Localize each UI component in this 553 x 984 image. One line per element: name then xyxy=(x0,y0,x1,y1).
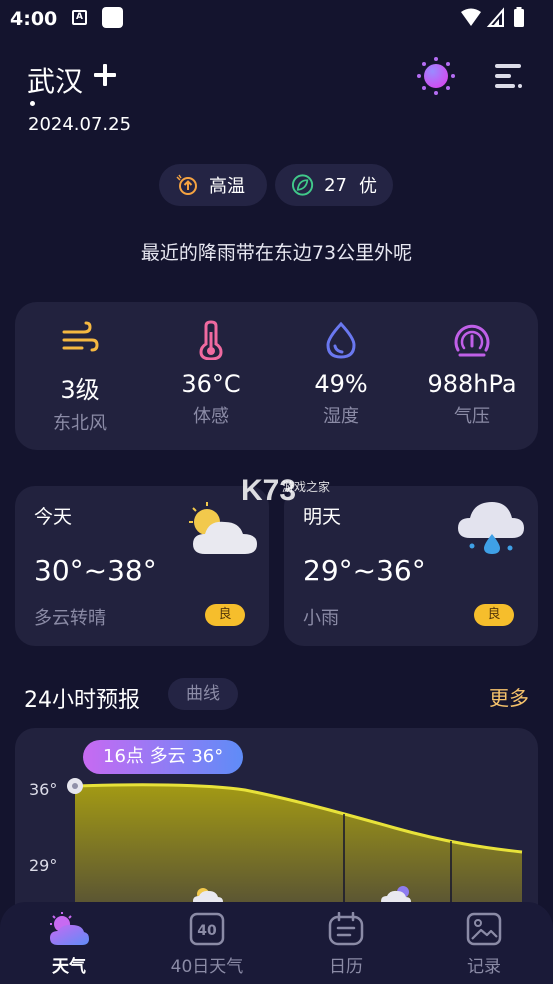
aqi-label: 优 xyxy=(359,176,377,197)
humidity-drop-icon xyxy=(326,321,356,359)
nav-records[interactable]: 记录 xyxy=(429,912,539,977)
today-aqi-badge: 良 xyxy=(205,604,245,626)
status-bar: 4:00 A xyxy=(0,0,553,38)
wind-label: 东北风 xyxy=(53,413,107,434)
wind-icon xyxy=(62,321,99,352)
city-name[interactable]: 武汉 xyxy=(27,60,83,100)
status-a-icon: A xyxy=(72,10,87,25)
nav-calendar-label: 日历 xyxy=(329,957,363,977)
tomorrow-temp: 29°~36° xyxy=(303,554,426,587)
light-rain-icon xyxy=(458,502,524,554)
pressure-value: 988hPa xyxy=(427,370,517,398)
today-card[interactable]: 今天 30°~38° 多云转晴 良 xyxy=(15,486,269,646)
air-quality-chip[interactable]: 27 优 xyxy=(275,164,393,206)
metric-humidity: 49% 湿度 xyxy=(281,320,401,428)
nav-forty-day[interactable]: 40 40日天气 xyxy=(152,912,262,977)
leaf-icon xyxy=(291,174,314,196)
feels-like-value: 36°C xyxy=(181,370,241,398)
ytick-low: 29° xyxy=(29,856,58,875)
today-temp: 30°~38° xyxy=(34,554,157,587)
weather-icon xyxy=(50,912,89,945)
k73-watermark: K73 游戏之家 xyxy=(241,474,351,510)
high-temp-label: 高温 xyxy=(209,176,245,197)
today-condition: 多云转晴 xyxy=(34,608,106,629)
metric-wind: 3级 东北风 xyxy=(20,320,140,435)
sun-theme-icon[interactable] xyxy=(416,56,456,96)
curve-mode-tab[interactable]: 曲线 xyxy=(168,678,238,710)
pressure-label: 气压 xyxy=(454,406,490,427)
metric-pressure: 988hPa 气压 xyxy=(412,320,532,428)
wifi-icon xyxy=(461,8,481,26)
add-city-icon[interactable] xyxy=(92,62,118,88)
humidity-label: 湿度 xyxy=(323,406,359,427)
calendar-icon xyxy=(328,912,364,946)
rain-note: 最近的降雨带在东边73公里外呢 xyxy=(140,242,413,264)
page-indicator-dot xyxy=(30,101,35,106)
status-notification-icon xyxy=(102,7,123,28)
bottom-nav: 天气 40 40日天气 日历 记录 xyxy=(0,902,553,984)
ytick-high: 36° xyxy=(29,780,58,799)
tomorrow-aqi-badge: 良 xyxy=(474,604,514,626)
gallery-icon xyxy=(466,912,502,946)
tomorrow-card[interactable]: 明天 29°~36° 小雨 良 xyxy=(284,486,538,646)
forty-day-icon: 40 xyxy=(189,912,225,946)
watermark-sub: 游戏之家 xyxy=(282,480,331,494)
forecast-title: 24小时预报 xyxy=(24,688,140,713)
wind-value: 3级 xyxy=(60,376,100,404)
battery-icon xyxy=(514,9,524,27)
pressure-gauge-icon xyxy=(454,324,490,357)
aqi-value: 27 xyxy=(324,174,347,196)
menu-icon[interactable] xyxy=(491,60,525,92)
chart-tooltip: 16点 多云 36° xyxy=(83,740,244,774)
header-date: 2024.07.25 xyxy=(28,114,132,135)
nav-forty-day-label: 40日天气 xyxy=(170,957,244,977)
today-title: 今天 xyxy=(34,506,73,528)
svg-text:40: 40 xyxy=(197,923,217,939)
humidity-value: 49% xyxy=(314,370,368,398)
high-temp-icon xyxy=(176,174,197,195)
status-signal-icons xyxy=(461,7,524,27)
tomorrow-condition: 小雨 xyxy=(303,608,339,629)
high-temp-chip[interactable]: 高温 xyxy=(159,164,267,206)
metrics-card: 3级 东北风 36°C 体感 49% 湿度 988hPa 气压 xyxy=(15,302,538,450)
status-time: 4:00 xyxy=(10,8,58,30)
nav-records-label: 记录 xyxy=(467,957,501,977)
metric-feels-like: 36°C 体感 xyxy=(151,320,271,428)
nav-calendar[interactable]: 日历 xyxy=(291,912,401,977)
nav-weather[interactable]: 天气 xyxy=(14,912,124,977)
thermometer-icon xyxy=(199,320,223,360)
feels-like-label: 体感 xyxy=(193,406,229,427)
nav-weather-label: 天气 xyxy=(52,957,86,977)
more-link[interactable]: 更多 xyxy=(489,682,529,711)
